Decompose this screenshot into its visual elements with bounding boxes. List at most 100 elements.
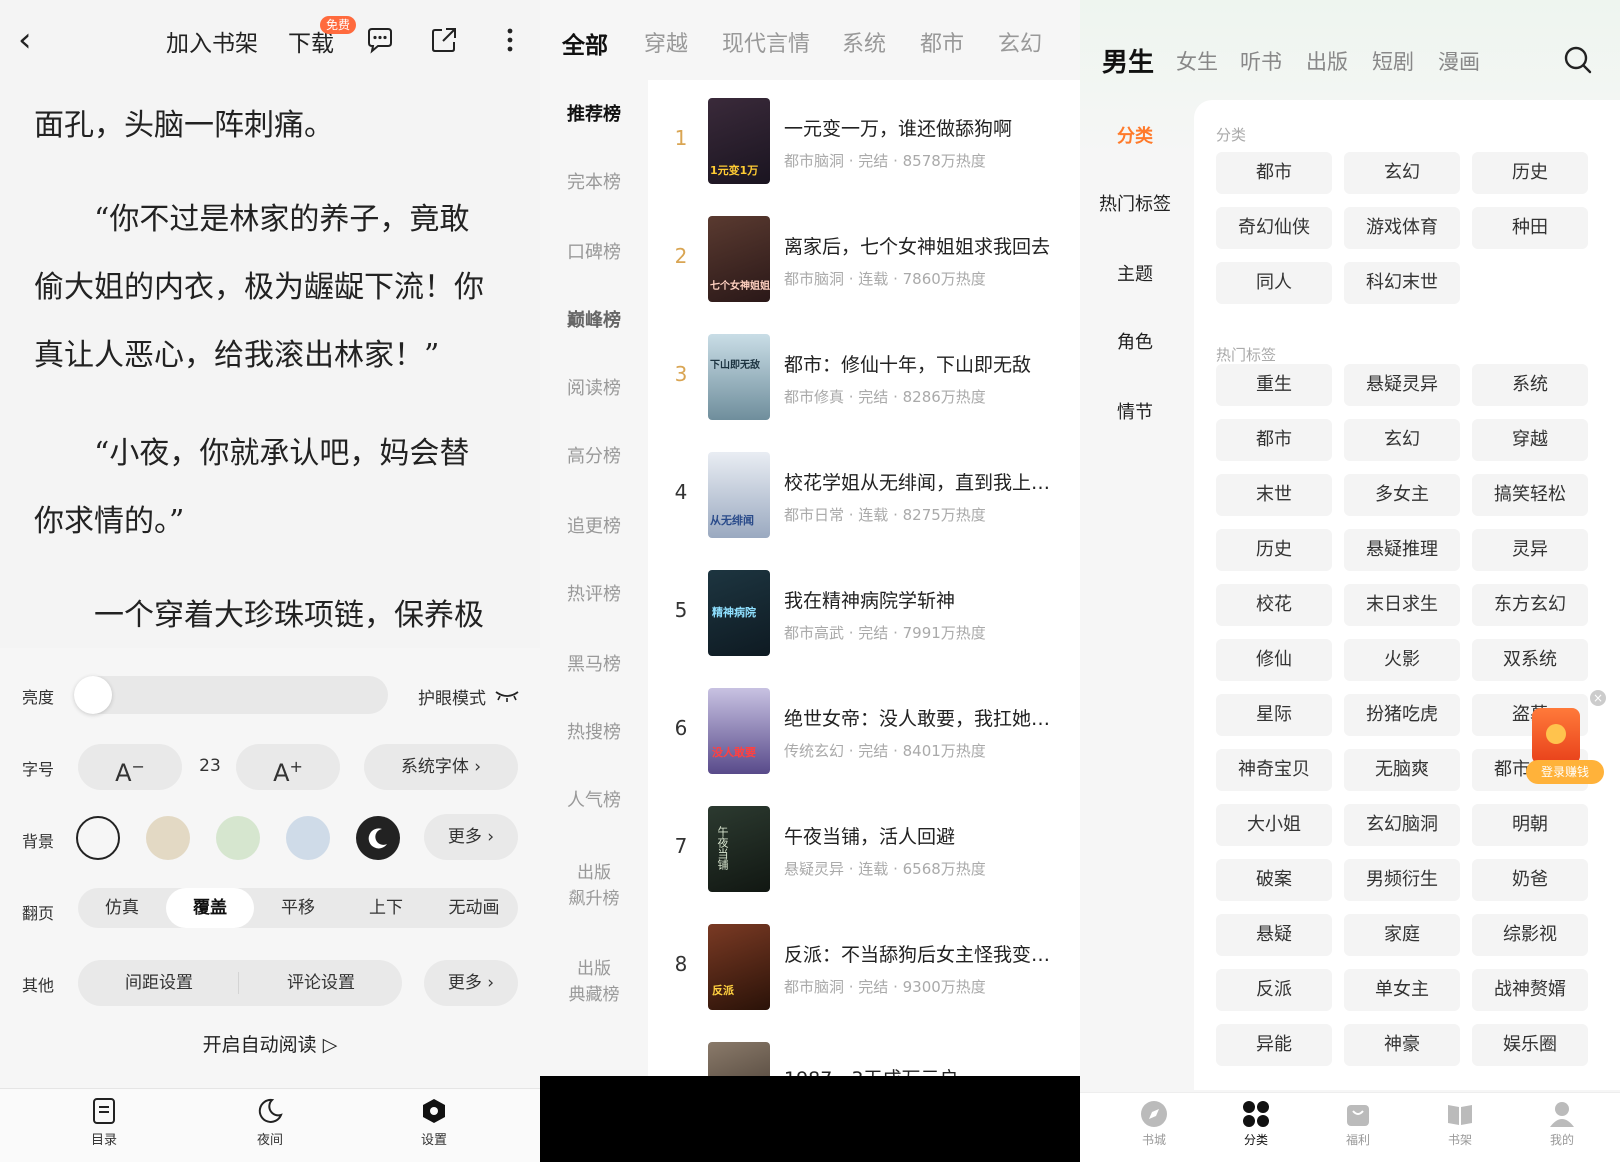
tag-item[interactable]: 星际 xyxy=(1216,694,1332,736)
tag-item[interactable]: 科幻末世 xyxy=(1344,262,1460,304)
tag-item[interactable]: 神豪 xyxy=(1344,1024,1460,1066)
tag-item[interactable]: 悬疑推理 xyxy=(1344,529,1460,571)
tag-item[interactable]: 历史 xyxy=(1472,152,1588,194)
login-reward-float[interactable]: 登录赚钱 × xyxy=(1526,690,1606,792)
sidebar-item-hot-search[interactable]: 热搜榜 xyxy=(540,720,648,746)
tag-item[interactable]: 东方玄幻 xyxy=(1472,584,1588,626)
nav-night[interactable]: 夜间 xyxy=(230,1097,310,1148)
back-icon[interactable]: ‹ xyxy=(18,22,48,58)
tag-item[interactable]: 扮猪吃虎 xyxy=(1344,694,1460,736)
tag-item[interactable]: 无脑爽 xyxy=(1344,749,1460,791)
nav-category[interactable]: 分类 xyxy=(1216,1099,1296,1148)
tab-male[interactable]: 男生 xyxy=(1102,42,1154,79)
tag-item[interactable]: 穿越 xyxy=(1472,419,1588,461)
tag-item[interactable]: 搞笑轻松 xyxy=(1472,474,1588,516)
page-mode-simulate[interactable]: 仿真 xyxy=(78,888,166,928)
tag-item[interactable]: 异能 xyxy=(1216,1024,1332,1066)
sidebar-item-reading[interactable]: 阅读榜 xyxy=(540,376,648,402)
eye-closed-icon[interactable] xyxy=(494,686,520,704)
tag-item[interactable]: 重生 xyxy=(1216,364,1332,406)
tag-item[interactable]: 反派 xyxy=(1216,969,1332,1011)
eye-mode-toggle[interactable]: 护眼模式 xyxy=(418,684,486,709)
list-item[interactable]: 3 下山即无敌 都市：修仙十年，下山即无敌 都市修真 · 完结 · 8286万热… xyxy=(648,318,1080,428)
tag-item[interactable]: 历史 xyxy=(1216,529,1332,571)
font-family-button[interactable]: 系统字体 › xyxy=(364,744,518,790)
comment-icon[interactable] xyxy=(364,24,396,56)
bg-swatch-blue[interactable] xyxy=(286,816,330,860)
tab-all[interactable]: 全部 xyxy=(562,26,608,60)
tag-item[interactable]: 悬疑灵异 xyxy=(1344,364,1460,406)
sidebar-item-publish-rising[interactable]: 出版 飙升榜 xyxy=(540,860,648,912)
tag-item[interactable]: 游戏体育 xyxy=(1344,207,1460,249)
tag-item[interactable]: 神奇宝贝 xyxy=(1216,749,1332,791)
tag-item[interactable]: 修仙 xyxy=(1216,639,1332,681)
tab-system[interactable]: 系统 xyxy=(842,26,886,58)
nav-settings[interactable]: 设置 xyxy=(394,1097,474,1148)
bg-swatch-beige[interactable] xyxy=(146,816,190,860)
more-vertical-icon[interactable] xyxy=(494,24,526,56)
list-item[interactable]: 4 从无绯闻 校花学姐从无绯闻，直到我上… 都市日常 · 连载 · 8275万热… xyxy=(648,436,1080,546)
sidebar-item-high-score[interactable]: 高分榜 xyxy=(540,444,648,470)
bg-swatch-night[interactable] xyxy=(356,816,400,860)
tab-audio[interactable]: 听书 xyxy=(1240,46,1282,76)
tag-item[interactable]: 双系统 xyxy=(1472,639,1588,681)
list-item[interactable]: 7 午夜当铺 午夜当铺，活人回避 悬疑灵异 · 连载 · 6568万热度 xyxy=(648,790,1080,900)
tab-modern-romance[interactable]: 现代言情 xyxy=(722,26,810,58)
tag-item[interactable]: 玄幻 xyxy=(1344,152,1460,194)
tag-item[interactable]: 玄幻 xyxy=(1344,419,1460,461)
tab-urban[interactable]: 都市 xyxy=(920,26,964,58)
tag-item[interactable]: 娱乐圈 xyxy=(1472,1024,1588,1066)
spacing-settings-button[interactable]: 间距设置 xyxy=(78,960,240,1006)
tag-item[interactable]: 大小姐 xyxy=(1216,804,1332,846)
tab-fantasy[interactable]: 玄幻 xyxy=(998,26,1042,58)
tag-item[interactable]: 男频衍生 xyxy=(1344,859,1460,901)
nav-welfare[interactable]: 福利 xyxy=(1318,1099,1398,1148)
tag-item[interactable]: 破案 xyxy=(1216,859,1332,901)
tag-item[interactable]: 都市 xyxy=(1216,419,1332,461)
sidebar-item-completed[interactable]: 完本榜 xyxy=(540,170,648,196)
tag-item[interactable]: 同人 xyxy=(1216,262,1332,304)
close-icon[interactable]: × xyxy=(1590,690,1606,706)
page-mode-slide[interactable]: 平移 xyxy=(254,888,342,928)
tag-item[interactable]: 明朝 xyxy=(1472,804,1588,846)
page-mode-vertical[interactable]: 上下 xyxy=(342,888,430,928)
tab-female[interactable]: 女生 xyxy=(1176,46,1218,76)
sidebar-item-popularity[interactable]: 人气榜 xyxy=(540,788,648,814)
tab-time-travel[interactable]: 穿越 xyxy=(644,26,688,58)
tab-short-drama[interactable]: 短剧 xyxy=(1372,46,1414,76)
list-item[interactable]: 5 精神病院 我在精神病院学斩神 都市高武 · 完结 · 7991万热度 xyxy=(648,554,1080,664)
tag-item[interactable]: 灵异 xyxy=(1472,529,1588,571)
brightness-slider-knob[interactable] xyxy=(74,676,112,714)
auto-read-button[interactable]: 开启自动阅读 ▷ xyxy=(0,1030,540,1057)
tag-item[interactable]: 悬疑 xyxy=(1216,914,1332,956)
tag-item[interactable]: 奶爸 xyxy=(1472,859,1588,901)
bg-swatch-white[interactable] xyxy=(76,816,120,860)
sidebar-item-hot-tags[interactable]: 热门标签 xyxy=(1080,190,1190,216)
tag-item[interactable]: 种田 xyxy=(1472,207,1588,249)
sidebar-item-plot[interactable]: 情节 xyxy=(1080,398,1190,424)
list-item[interactable]: 2 七个女神姐姐 离家后，七个女神姐姐求我回去 都市脑洞 · 连载 · 7860… xyxy=(648,200,1080,310)
tag-item[interactable]: 都市 xyxy=(1216,152,1332,194)
bg-more-button[interactable]: 更多 › xyxy=(424,814,518,860)
tag-item[interactable]: 末世 xyxy=(1216,474,1332,516)
tag-item[interactable]: 单女主 xyxy=(1344,969,1460,1011)
search-icon[interactable] xyxy=(1562,44,1594,76)
tag-item[interactable]: 系统 xyxy=(1472,364,1588,406)
bg-swatch-green[interactable] xyxy=(216,816,260,860)
sidebar-item-hot-comment[interactable]: 热评榜 xyxy=(540,582,648,608)
list-item[interactable]: 6 没人敢要 绝世女帝：没人敢要，我扛她… 传统玄幻 · 完结 · 8401万热… xyxy=(648,672,1080,782)
sidebar-item-category[interactable]: 分类 xyxy=(1080,122,1190,148)
share-icon[interactable] xyxy=(428,24,460,56)
tab-comic[interactable]: 漫画 xyxy=(1438,46,1480,76)
add-to-shelf-button[interactable]: 加入书架 xyxy=(166,24,258,58)
page-mode-none[interactable]: 无动画 xyxy=(430,888,518,928)
tag-item[interactable]: 家庭 xyxy=(1344,914,1460,956)
sidebar-item-dark-horse[interactable]: 黑马榜 xyxy=(540,652,648,678)
tag-item[interactable]: 玄幻脑洞 xyxy=(1344,804,1460,846)
sidebar-item-theme[interactable]: 主题 xyxy=(1080,260,1190,286)
list-item[interactable]: 8 反派 反派：不当舔狗后女主怪我变… 都市脑洞 · 完结 · 9300万热度 xyxy=(648,908,1080,1018)
sidebar-item-publish-collection[interactable]: 出版 典藏榜 xyxy=(540,956,648,1008)
tag-item[interactable]: 末日求生 xyxy=(1344,584,1460,626)
sidebar-item-updating[interactable]: 追更榜 xyxy=(540,514,648,540)
tag-item[interactable]: 奇幻仙侠 xyxy=(1216,207,1332,249)
